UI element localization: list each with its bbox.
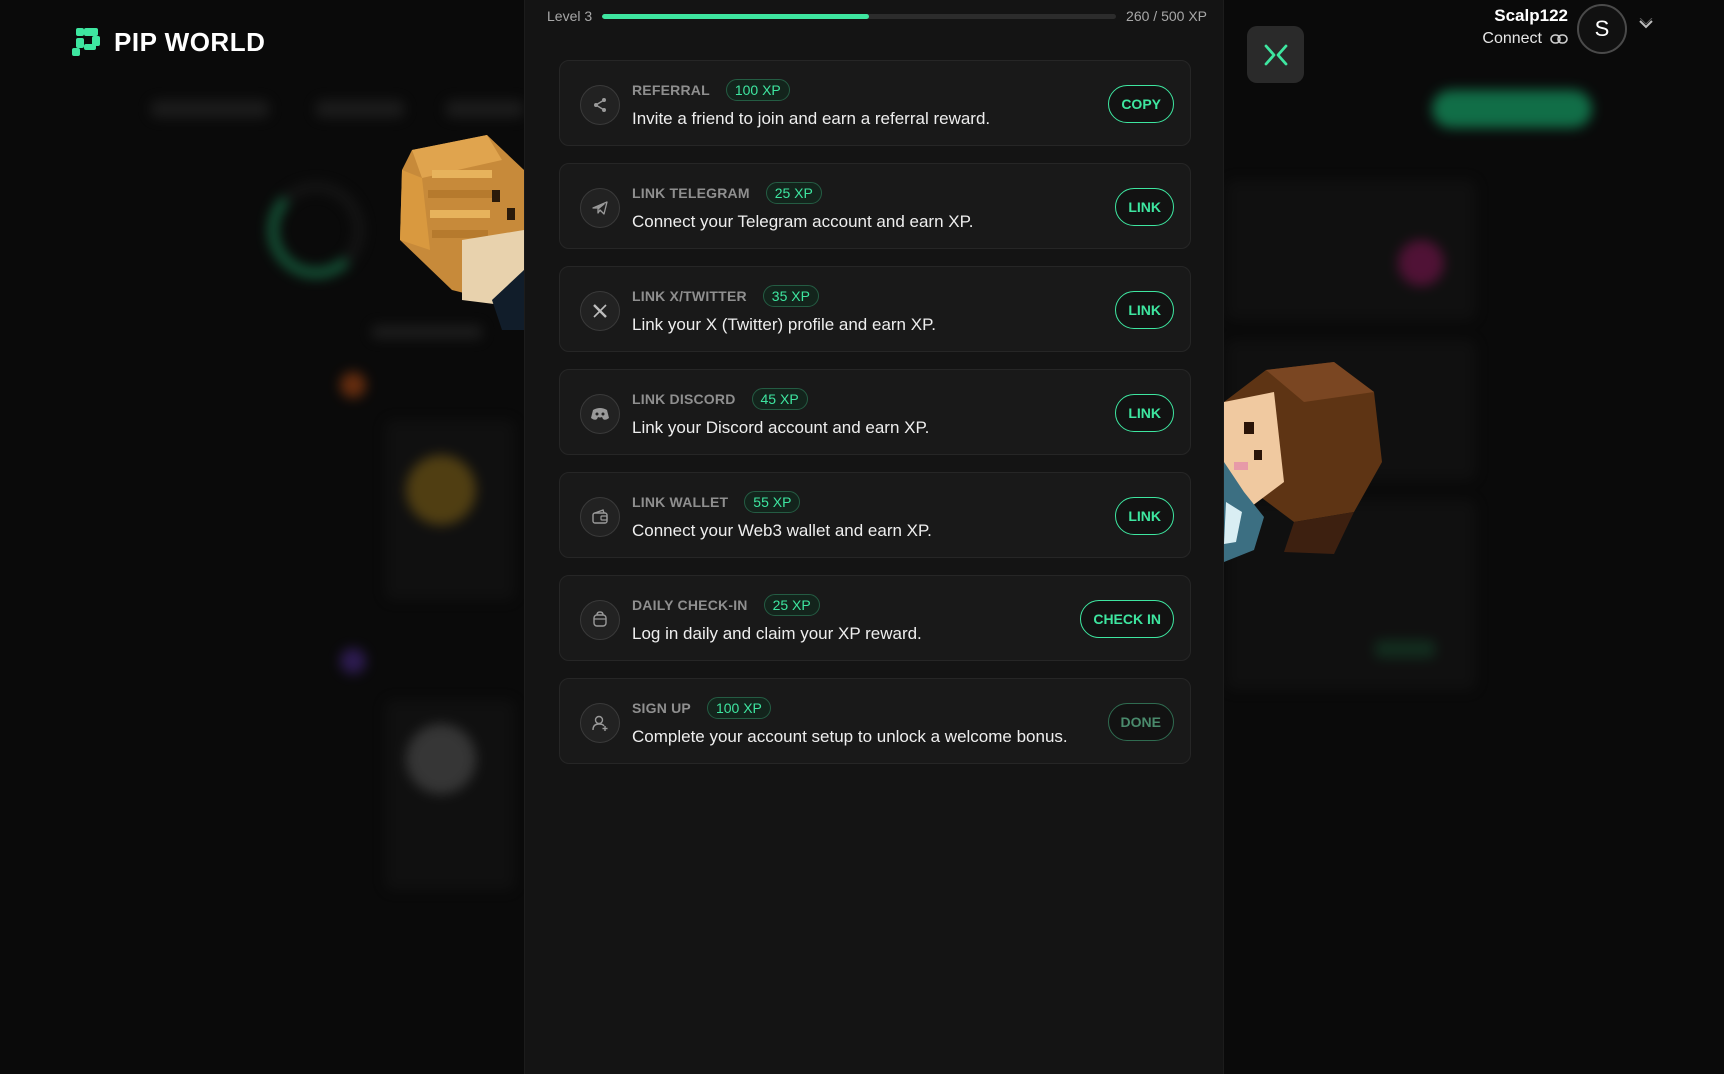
task-title: LINK DISCORD [632,391,736,407]
bg-tab [150,100,270,118]
xp-badge: 25 XP [763,594,820,616]
xp-progress-fill [602,13,870,19]
task-description: Connect your Telegram account and earn X… [632,212,974,231]
bg-tab [315,100,405,118]
task-card-link-telegram: LINK TELEGRAM 25 XP Connect your Telegram … [559,163,1191,249]
username: Scalp122 [1494,6,1568,25]
avatar-letter: S [1594,16,1610,41]
task-header: LINK DISCORD 45 XP [632,388,808,410]
task-header: LINK X/TWITTER 35 XP [632,285,819,307]
task-header: REFERRAL 100 XP [632,79,790,101]
done-button[interactable]: DONE [1107,703,1174,741]
telegram-icon [580,188,620,228]
task-header: DAILY CHECK-IN 25 XP [632,594,820,616]
quests-panel: Level 3 260 / 500 XP REFERRAL 100 XP Invit… [524,0,1224,1074]
task-header: LINK TELEGRAM 25 XP [632,182,822,204]
xp-badge: 55 XP [744,491,801,513]
xp-badge: 45 XP [751,388,808,410]
bg-coin [406,455,476,525]
level-progress: Level 3 260 / 500 XP [547,8,1207,24]
task-description: Complete your account setup to unlock a … [632,727,1068,746]
level-label: Level 3 [547,8,593,24]
link-icon [1550,34,1568,44]
wallet-icon [580,497,620,537]
task-header: LINK WALLET 55 XP [632,491,801,513]
chevron-down-icon[interactable] [1638,18,1654,30]
task-description: Connect your Web3 wallet and earn XP. [632,521,932,540]
bg-dot [340,372,366,398]
close-button[interactable] [1247,26,1304,83]
task-card-referral: REFERRAL 100 XP Invite a friend to join an… [559,60,1191,146]
link-button[interactable]: LINK [1115,188,1174,226]
task-description: Link your X (Twitter) profile and earn X… [632,315,936,334]
share-icon [580,85,620,125]
task-card-sign-up: SIGN UP 100 XP Complete your account setup… [559,678,1191,764]
bg-cta-button [1432,90,1592,128]
bg-coin [406,724,476,794]
logo[interactable]: PIP WORLD [72,26,265,58]
check-in-button[interactable]: CHECK IN [1080,600,1174,638]
task-title: DAILY CHECK-IN [632,597,748,613]
connect-link[interactable]: Connect [1482,30,1568,48]
task-header: SIGN UP 100 XP [632,697,771,719]
user-info: Scalp122 Connect [1482,6,1568,48]
task-title: LINK TELEGRAM [632,185,750,201]
discord-icon [580,394,620,434]
logo-mark-icon [72,26,104,58]
xp-badge: 100 XP [706,697,771,719]
bg-button [1375,640,1435,658]
task-description: Link your Discord account and earn XP. [632,418,930,437]
link-button[interactable]: LINK [1115,291,1174,329]
task-card-link-wallet: LINK WALLET 55 XP Connect your Web3 wallet… [559,472,1191,558]
bg-tab [445,100,525,118]
task-title: SIGN UP [632,700,691,716]
task-card-link-x-twitter: LINK X/TWITTER 35 XP Link your X (Twitter)… [559,266,1191,352]
calendar-icon [580,600,620,640]
xp-progress-bar [602,13,1117,19]
bg-coin [1398,240,1444,286]
link-button[interactable]: LINK [1115,497,1174,535]
connect-label: Connect [1482,30,1542,47]
task-title: LINK WALLET [632,494,729,510]
x-icon [580,291,620,331]
avatar[interactable]: S [1577,4,1627,54]
bg-progress-ring [268,182,364,278]
collapse-arrows-icon [1264,44,1287,65]
brand-name: PIP WORLD [114,26,266,57]
task-title: REFERRAL [632,82,710,98]
task-title: LINK X/TWITTER [632,288,747,304]
task-card-link-discord: LINK DISCORD 45 XP Link your Discord accou… [559,369,1191,455]
xp-badge: 35 XP [762,285,819,307]
link-button[interactable]: LINK [1115,394,1174,432]
task-card-daily-check-in: DAILY CHECK-IN 25 XP Log in daily and clai… [559,575,1191,661]
xp-badge: 25 XP [765,182,822,204]
bg-dot [340,648,366,674]
voxel-cat-illustration [400,135,524,330]
voxel-character-illustration [1224,362,1382,562]
user-add-icon [580,703,620,743]
task-description: Invite a friend to join and earn a refer… [632,109,991,128]
xp-count: 260 / 500 XP [1126,8,1207,24]
copy-button[interactable]: COPY [1108,85,1174,123]
task-description: Log in daily and claim your XP reward. [632,624,922,643]
xp-badge: 100 XP [725,79,790,101]
